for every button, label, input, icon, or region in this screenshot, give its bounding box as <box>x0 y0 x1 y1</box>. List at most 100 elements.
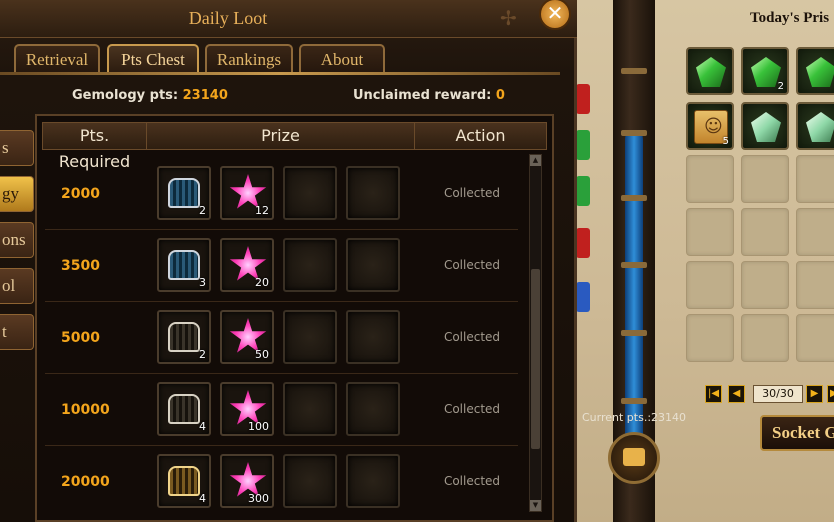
table-row: 5000 2 50 Collected <box>45 302 518 374</box>
empty-item-slot <box>346 454 400 508</box>
empty-slot <box>741 261 789 309</box>
action-status: Collected <box>443 474 501 488</box>
scroll-down-button[interactable]: ▼ <box>530 500 541 511</box>
socket-button[interactable]: Socket G <box>760 415 834 451</box>
tabs-divider <box>0 72 560 75</box>
item-qty: 300 <box>248 492 269 505</box>
star-item[interactable]: 50 <box>220 310 274 364</box>
prize-slot[interactable] <box>686 47 734 95</box>
pillar-ring <box>621 262 647 268</box>
next-page-button[interactable]: ▶ <box>806 385 823 403</box>
empty-slot <box>741 208 789 256</box>
chest-item[interactable]: 2 <box>157 310 211 364</box>
pts-required: 5000 <box>61 330 100 346</box>
side-tab[interactable]: ol <box>0 268 34 304</box>
table-row: 20000 4 300 Collected <box>45 446 518 518</box>
tab-pts-chest[interactable]: Pts Chest <box>107 44 199 74</box>
window-title: Daily Loot <box>188 8 268 28</box>
chest-item[interactable]: 3 <box>157 238 211 292</box>
tab-rankings[interactable]: Rankings <box>205 44 293 74</box>
treasure-chest-icon <box>168 322 200 352</box>
green-gem-icon <box>576 176 590 206</box>
empty-slot <box>686 261 734 309</box>
empty-item-slot <box>346 382 400 436</box>
pillar-ring <box>621 68 647 74</box>
action-status: Collected <box>443 402 501 416</box>
pts-required: 2000 <box>61 186 100 202</box>
prize-slot[interactable] <box>741 102 789 150</box>
empty-slot <box>686 155 734 203</box>
title-bar: Daily Loot ✢ <box>0 0 577 38</box>
empty-slot <box>796 155 834 203</box>
tab-retrieval[interactable]: Retrieval <box>14 44 100 74</box>
pts-required: 3500 <box>61 258 100 274</box>
empty-item-slot <box>346 166 400 220</box>
empty-slot <box>686 208 734 256</box>
ornament-icon: ✢ <box>500 6 517 30</box>
item-qty: 4 <box>199 420 206 433</box>
points-info: Gemology pts: 23140 Unclaimed reward: 0 <box>40 86 560 106</box>
item-qty: 12 <box>255 204 269 217</box>
side-tab-gemology[interactable]: gy <box>0 176 34 212</box>
red-gem-icon <box>576 228 590 258</box>
pillar-ring <box>621 398 647 404</box>
table-row: 3500 3 20 Collected <box>45 230 518 302</box>
item-qty: 100 <box>248 420 269 433</box>
unclaimed-value: 0 <box>495 88 505 103</box>
pale-gem-icon <box>806 112 834 142</box>
pts-required: 20000 <box>61 474 110 490</box>
pillar-ring <box>621 130 647 136</box>
first-page-button[interactable]: |◀ <box>705 385 722 403</box>
green-gem-icon <box>751 57 781 87</box>
empty-item-slot <box>283 238 337 292</box>
tab-about[interactable]: About <box>299 44 385 74</box>
green-gem-icon <box>576 130 590 160</box>
treasure-chest-icon <box>168 178 200 208</box>
star-item[interactable]: 100 <box>220 382 274 436</box>
empty-slot <box>796 314 834 362</box>
item-qty: 4 <box>199 492 206 505</box>
chest-item[interactable]: 4 <box>157 454 211 508</box>
side-tab[interactable]: ons <box>0 222 34 258</box>
treasure-chest-icon <box>168 394 200 424</box>
close-icon: ✕ <box>546 1 564 25</box>
prize-slot[interactable] <box>796 47 834 95</box>
table-header: Pts. Required Prize Action <box>42 122 547 171</box>
pts-chest-table: Pts. Required Prize Action 2000 2 12 Col… <box>35 114 554 522</box>
empty-item-slot <box>283 166 337 220</box>
empty-item-slot <box>346 238 400 292</box>
treasure-chest-icon[interactable] <box>608 432 660 484</box>
pts-required: 10000 <box>61 402 110 418</box>
star-item[interactable]: 12 <box>220 166 274 220</box>
item-qty: 50 <box>255 348 269 361</box>
table-row: 2000 2 12 Collected <box>45 158 518 230</box>
star-item[interactable]: 20 <box>220 238 274 292</box>
action-status: Collected <box>443 330 501 344</box>
prev-page-button[interactable]: ◀ <box>728 385 745 403</box>
empty-item-slot <box>346 310 400 364</box>
slot-qty: 2 <box>777 81 784 92</box>
unclaimed-info: Unclaimed reward: 0 <box>353 88 505 103</box>
empty-slot <box>796 261 834 309</box>
empty-item-slot <box>283 310 337 364</box>
scroll-thumb[interactable] <box>531 269 540 449</box>
treasure-chest-icon <box>168 250 200 280</box>
chest-item[interactable]: 4 <box>157 382 211 436</box>
empty-item-slot <box>283 454 337 508</box>
scroll-up-button[interactable]: ▲ <box>530 155 541 166</box>
prize-slot[interactable] <box>796 102 834 150</box>
item-qty: 2 <box>199 348 206 361</box>
prize-slot[interactable]: 5 <box>686 102 734 150</box>
table-row: 10000 4 100 Collected <box>45 374 518 446</box>
chest-item[interactable]: 2 <box>157 166 211 220</box>
side-tab[interactable]: s <box>0 130 34 166</box>
star-item[interactable]: 300 <box>220 454 274 508</box>
empty-slot <box>741 314 789 362</box>
last-page-button[interactable]: ▶| <box>827 385 834 403</box>
table-scrollbar[interactable]: ▲ ▼ <box>529 154 542 512</box>
prize-slot[interactable]: 2 <box>741 47 789 95</box>
pillar-ring <box>621 195 647 201</box>
side-tab[interactable]: t <box>0 314 34 350</box>
header-action: Action <box>455 126 506 145</box>
empty-slot <box>741 155 789 203</box>
